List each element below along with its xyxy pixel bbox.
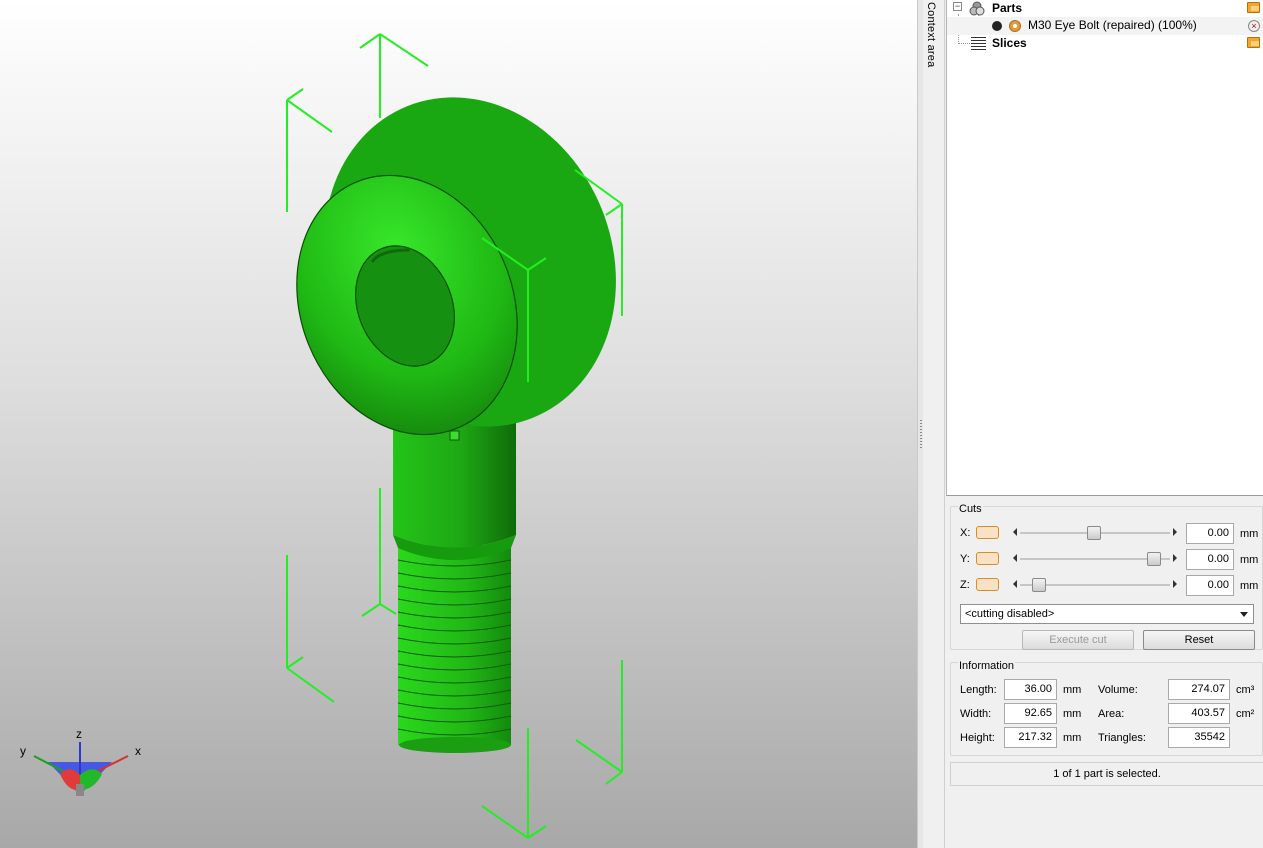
selection-status: 1 of 1 part is selected.: [950, 762, 1263, 786]
chevron-down-icon[interactable]: [1240, 612, 1248, 617]
axis-gizmo[interactable]: y z x: [20, 727, 141, 796]
folder-open-icon[interactable]: [1247, 37, 1260, 48]
cut-y-label: Y:: [960, 553, 970, 565]
width-value: 92.65: [1004, 703, 1057, 724]
cut-y-slider[interactable]: [1010, 551, 1180, 567]
triangles-value: 35542: [1168, 727, 1230, 748]
remove-part-icon[interactable]: ×: [1248, 20, 1260, 32]
bbox-edge: [361, 603, 381, 617]
cut-y-input[interactable]: 0.00: [1186, 549, 1234, 570]
bbox-edge: [359, 33, 381, 49]
area-label: Area:: [1098, 708, 1125, 720]
area-unit: cm²: [1236, 708, 1255, 720]
triangles-label: Triangles:: [1098, 732, 1146, 744]
3d-viewport[interactable]: y z x: [0, 0, 917, 848]
slider-thumb[interactable]: [1032, 578, 1046, 592]
cut-z-label: Z:: [960, 579, 970, 591]
bbox-edge: [286, 667, 335, 703]
cut-row-x: X: 0.00 mm: [958, 523, 1258, 545]
area-value: 403.57: [1168, 703, 1230, 724]
model-canvas[interactable]: y z x: [0, 0, 917, 848]
volume-value: 274.07: [1168, 679, 1230, 700]
reset-button[interactable]: Reset: [1143, 630, 1255, 650]
height-unit: mm: [1063, 732, 1082, 744]
bbox-edge: [527, 825, 547, 839]
information-title: Information: [958, 660, 1016, 672]
slider-right-arrow-icon[interactable]: [1173, 580, 1177, 588]
length-value: 36.00: [1004, 679, 1057, 700]
splitter-grip[interactable]: [920, 420, 922, 450]
cut-x-slider[interactable]: [1010, 525, 1180, 541]
slider-left-arrow-icon[interactable]: [1013, 528, 1017, 536]
part-status-icon: [1009, 20, 1021, 32]
tree-item-part[interactable]: M30 Eye Bolt (repaired) (100%) ×: [947, 17, 1263, 35]
cut-x-toggle[interactable]: [976, 526, 999, 539]
slider-right-arrow-icon[interactable]: [1173, 554, 1177, 562]
cut-row-y: Y: 0.00 mm: [958, 549, 1258, 571]
slider-right-arrow-icon[interactable]: [1173, 528, 1177, 536]
collapse-icon[interactable]: −: [953, 2, 962, 11]
bbox-edge: [575, 739, 623, 773]
visibility-dot-icon[interactable]: [992, 21, 1002, 31]
width-label: Width:: [960, 708, 992, 720]
bbox-edge: [605, 203, 623, 216]
context-area-label: Context area: [925, 2, 937, 68]
volume-unit: cm³: [1236, 684, 1255, 696]
cut-x-input[interactable]: 0.00: [1186, 523, 1234, 544]
cut-z-toggle[interactable]: [976, 578, 999, 591]
bbox-edge: [605, 771, 623, 785]
volume-label: Volume:: [1098, 684, 1138, 696]
cut-z-unit: mm: [1240, 580, 1259, 592]
gizmo-y-label: y: [20, 744, 26, 758]
bbox-edge: [286, 656, 304, 669]
cut-y-toggle[interactable]: [976, 552, 999, 565]
bbox-edge: [379, 33, 429, 67]
thread-body: [398, 545, 511, 745]
execute-cut-button[interactable]: Execute cut: [1022, 630, 1134, 650]
context-area-tab[interactable]: Context area: [923, 0, 945, 848]
bbox-edge: [286, 99, 333, 133]
slider-thumb[interactable]: [1147, 552, 1161, 566]
cut-mode-value: <cutting disabled>: [965, 608, 1055, 620]
cut-mode-select[interactable]: <cutting disabled>: [960, 604, 1254, 624]
cut-row-z: Z: 0.00 mm: [958, 575, 1258, 597]
cut-z-slider[interactable]: [1010, 577, 1180, 593]
bbox-edge: [286, 88, 304, 101]
gizmo-x-label: x: [135, 744, 141, 758]
parts-tree[interactable]: − Parts M30 Eye Bolt (repaired) (100%) ×…: [946, 0, 1263, 496]
slider-thumb[interactable]: [1087, 526, 1101, 540]
slices-icon: [971, 37, 986, 50]
pick-marker: [449, 430, 460, 441]
properties-panel: Cuts X: 0.00 mm Y: 0.00 mm Z: 0.00 mm <c…: [946, 496, 1263, 848]
eye-bolt-model[interactable]: [259, 53, 665, 753]
thread-bottom: [399, 737, 511, 753]
cut-y-unit: mm: [1240, 554, 1259, 566]
cut-x-label: X:: [960, 527, 971, 539]
tree-parts-label: Parts: [992, 1, 1023, 15]
height-value: 217.32: [1004, 727, 1057, 748]
cuts-title: Cuts: [958, 503, 983, 515]
slider-left-arrow-icon[interactable]: [1013, 554, 1017, 562]
gizmo-z-label: z: [76, 727, 82, 741]
cut-z-input[interactable]: 0.00: [1186, 575, 1234, 596]
bbox-edge: [481, 805, 529, 839]
length-unit: mm: [1063, 684, 1082, 696]
bbox-edge: [379, 603, 397, 615]
tree-item-slices[interactable]: Slices: [947, 35, 1263, 53]
slider-left-arrow-icon[interactable]: [1013, 580, 1017, 588]
height-label: Height:: [960, 732, 995, 744]
folder-open-icon[interactable]: [1247, 2, 1260, 13]
tree-slices-label: Slices: [992, 36, 1027, 50]
tree-item-parts[interactable]: − Parts: [947, 0, 1263, 18]
cut-x-unit: mm: [1240, 528, 1259, 540]
tree-part-name: M30 Eye Bolt (repaired) (100%): [1028, 18, 1197, 32]
length-label: Length:: [960, 684, 997, 696]
parts-icon: [969, 1, 985, 16]
width-unit: mm: [1063, 708, 1082, 720]
